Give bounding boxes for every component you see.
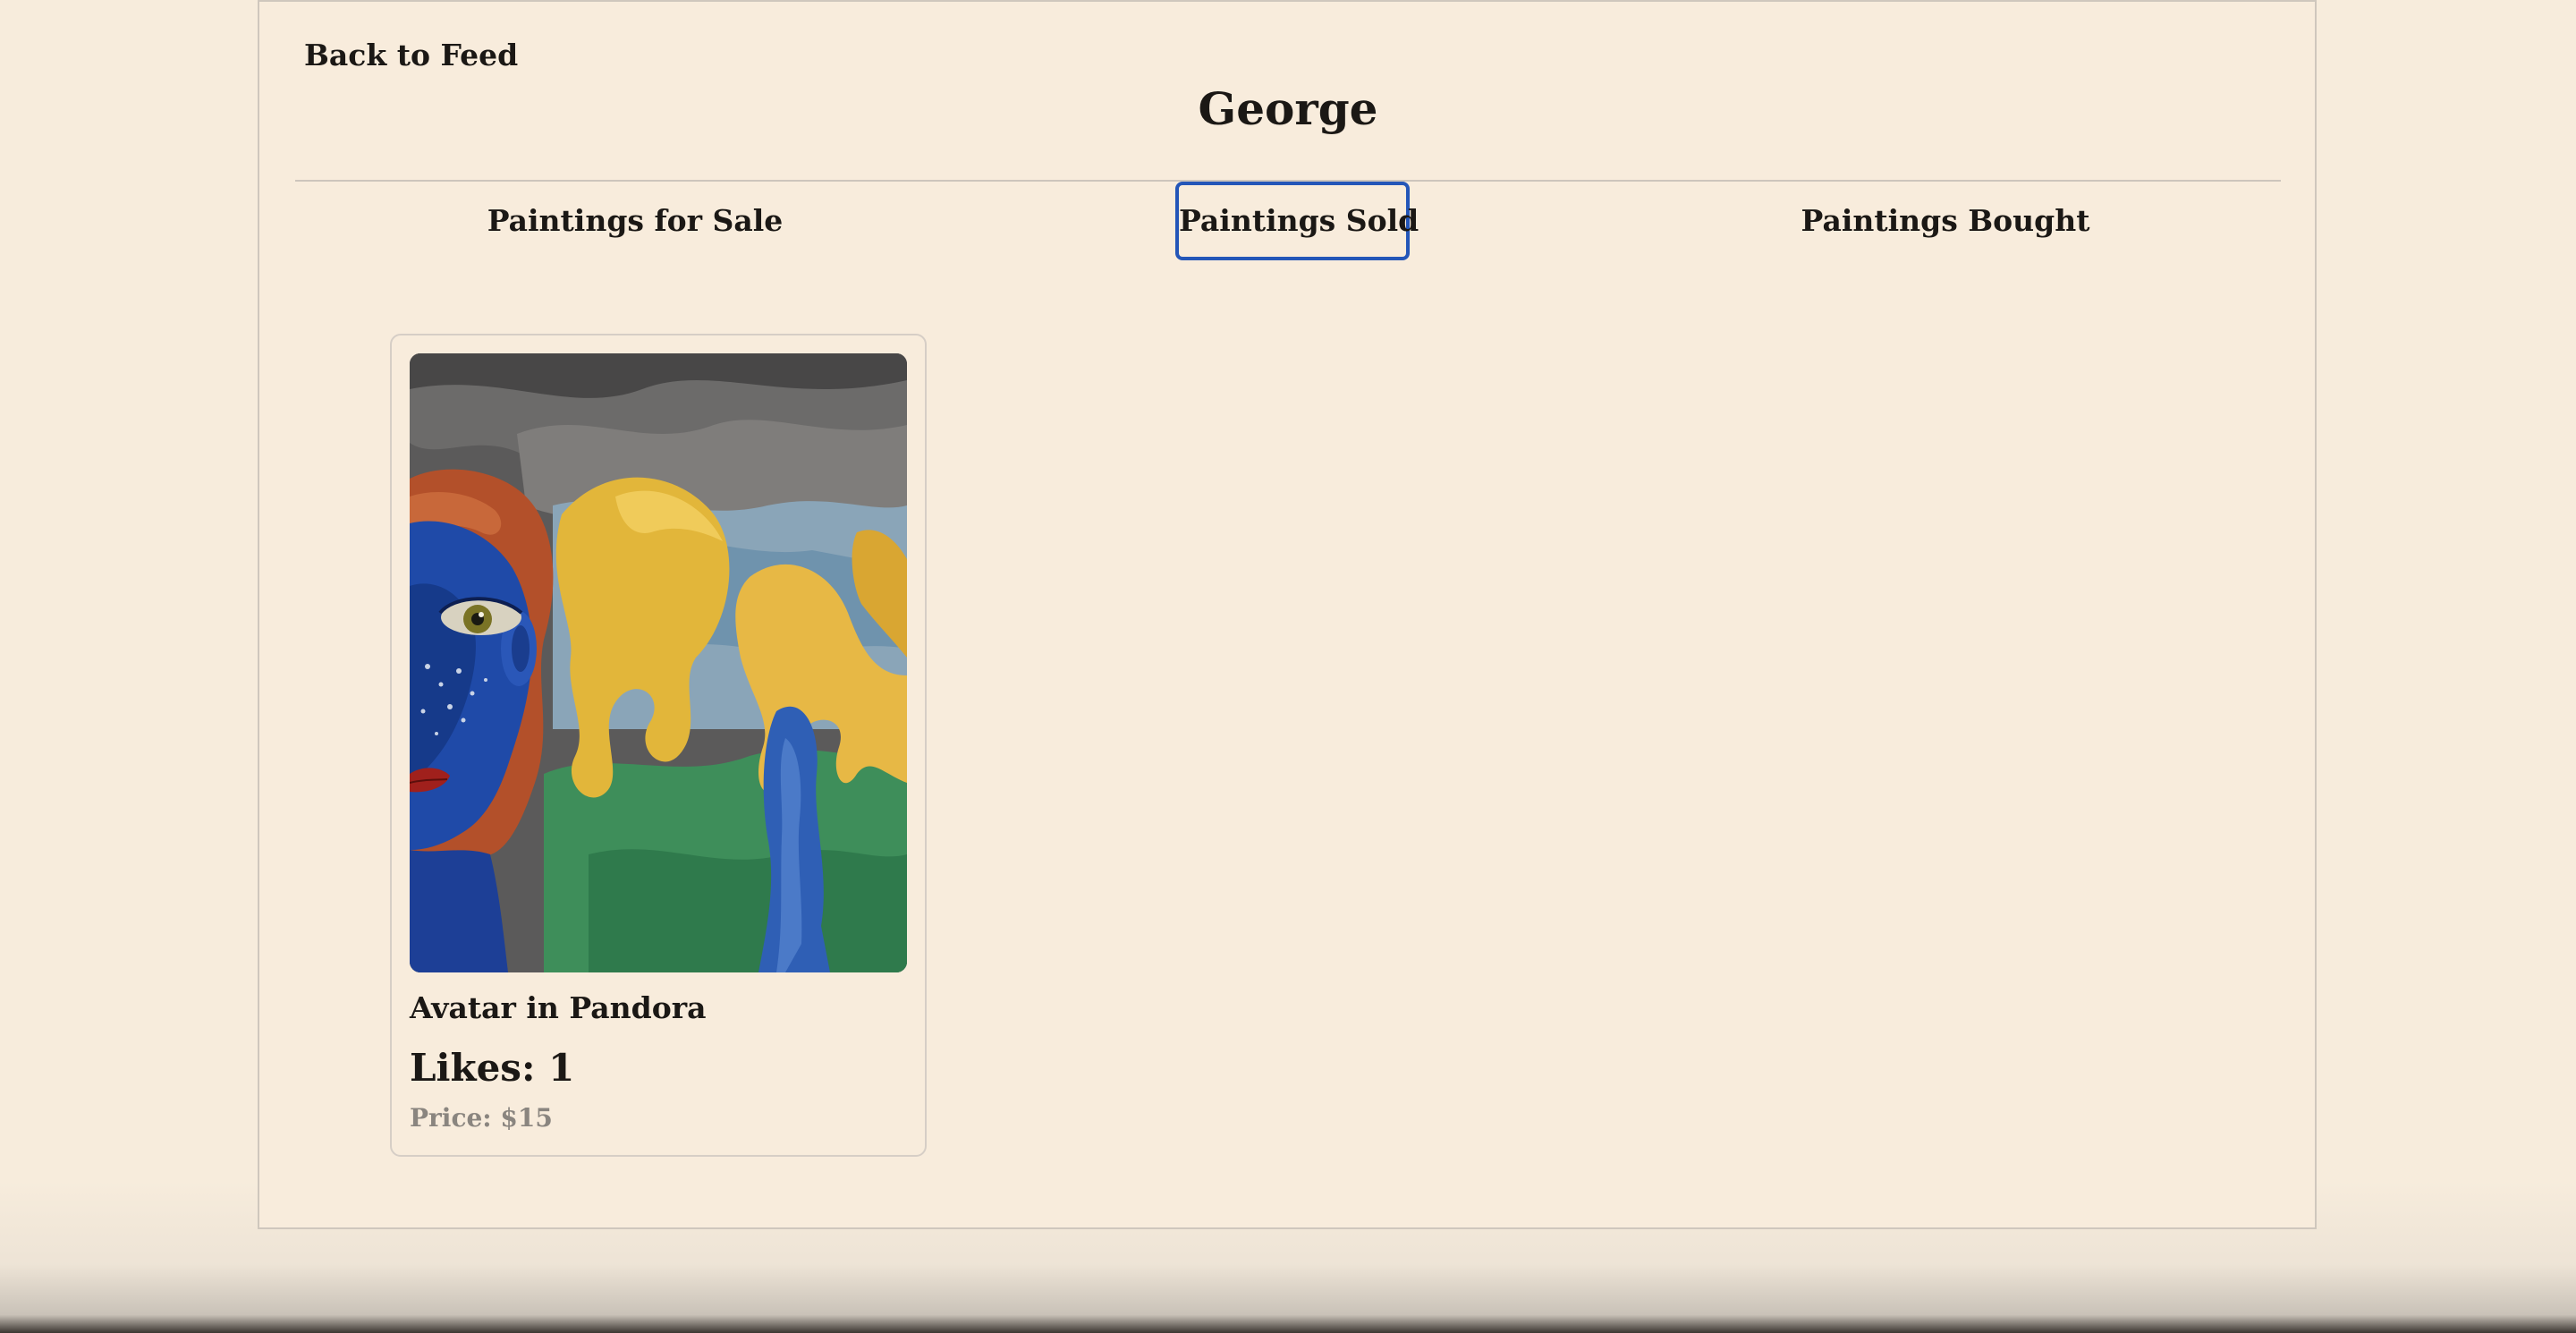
painting-price: Price: $15 — [410, 1103, 553, 1133]
page-title: George — [1198, 82, 1378, 135]
painting-title: Avatar in Pandora — [410, 990, 707, 1025]
painting-likes: Likes: 1 — [410, 1046, 575, 1090]
painting-image — [410, 353, 907, 972]
back-to-feed-link[interactable]: Back to Feed — [304, 38, 518, 72]
tab-paintings-sold[interactable]: Paintings Sold — [1175, 182, 1419, 260]
tab-paintings-bought[interactable]: Paintings Bought — [1798, 182, 2093, 260]
tab-paintings-for-sale[interactable]: Paintings for Sale — [465, 182, 805, 260]
painting-card[interactable]: Avatar in Pandora Likes: 1 Price: $15 — [390, 334, 927, 1157]
